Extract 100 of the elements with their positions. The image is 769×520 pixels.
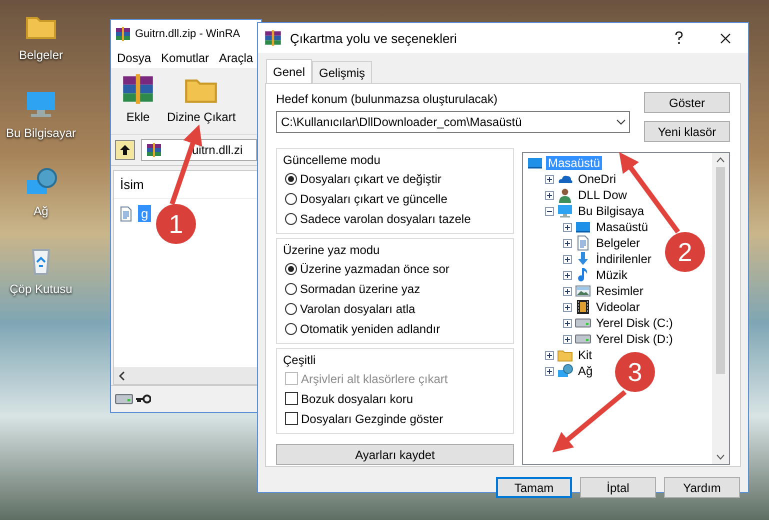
close-icon bbox=[720, 32, 730, 44]
tree-item[interactable]: Yerel Disk (D:) bbox=[594, 332, 675, 346]
radio-button[interactable] bbox=[285, 262, 297, 274]
chevron-up-icon bbox=[716, 157, 725, 163]
tab[interactable]: Genel bbox=[266, 59, 312, 83]
step-marker: 2 bbox=[665, 232, 705, 272]
toolbar-button[interactable]: Dizine Çıkart bbox=[165, 70, 238, 126]
chevron-down-icon bbox=[716, 454, 725, 460]
film-icon bbox=[575, 299, 591, 315]
tree-item[interactable]: İndirilenler bbox=[594, 252, 654, 266]
tree-item[interactable]: DLL Dow bbox=[576, 188, 629, 202]
globe-icon bbox=[557, 363, 573, 379]
radio-button[interactable] bbox=[285, 212, 297, 224]
radio-button[interactable] bbox=[285, 302, 297, 314]
expander[interactable] bbox=[563, 222, 572, 232]
chevron-left-icon bbox=[118, 370, 126, 380]
tree-item[interactable]: OneDri bbox=[576, 172, 618, 186]
field-label: Hedef konum (bulunmazsa oluşturulacak) bbox=[276, 92, 498, 106]
option-label: Otomatik yeniden adlandır bbox=[300, 322, 440, 336]
plus-icon bbox=[546, 192, 553, 198]
expander[interactable] bbox=[545, 190, 554, 200]
vertical-scrollbar[interactable] bbox=[712, 153, 729, 464]
column-header[interactable]: İsim bbox=[120, 177, 144, 192]
tree-item[interactable]: Müzik bbox=[594, 268, 630, 282]
tree-item[interactable]: Videolar bbox=[594, 300, 642, 314]
checkbox[interactable] bbox=[285, 392, 298, 405]
dialog-button[interactable]: Yardım bbox=[664, 477, 740, 498]
option-label: Arşivleri alt klasörlere çıkart bbox=[301, 372, 448, 386]
toolbar-button[interactable]: Ekle bbox=[119, 70, 157, 126]
plus-icon bbox=[564, 288, 571, 294]
radio-button[interactable] bbox=[285, 322, 297, 334]
plus-icon bbox=[564, 240, 571, 246]
group-title: Çeşitli bbox=[283, 353, 317, 367]
desktop-icon-label[interactable]: Bu Bilgisayar bbox=[6, 126, 76, 140]
option-label: Varolan dosyaları atla bbox=[300, 302, 416, 316]
archive-stack-icon bbox=[121, 72, 155, 106]
desktop-icon-label[interactable]: Belgeler bbox=[18, 48, 64, 62]
tree-item[interactable]: Bu Bilgisaya bbox=[576, 204, 646, 218]
plus-icon bbox=[564, 256, 571, 262]
window-title: Guitrn.dll.zip - WinRA bbox=[135, 28, 240, 40]
plus-icon bbox=[546, 368, 553, 374]
expander[interactable] bbox=[563, 318, 572, 328]
picture-icon bbox=[575, 283, 591, 299]
expander[interactable] bbox=[563, 270, 572, 280]
radio-button[interactable] bbox=[285, 282, 297, 294]
expander[interactable] bbox=[563, 302, 572, 312]
monitor-icon bbox=[575, 219, 591, 235]
expander[interactable] bbox=[545, 350, 554, 360]
dialog-button[interactable]: Tamam bbox=[496, 477, 572, 498]
key-icon bbox=[135, 394, 151, 404]
up-arrow-icon bbox=[119, 144, 131, 156]
step-marker: 1 bbox=[156, 204, 196, 244]
down-arrow-icon bbox=[575, 251, 591, 267]
dialog-title: Çıkartma yolu ve seçenekleri bbox=[290, 30, 457, 46]
document-icon bbox=[575, 235, 591, 251]
tab[interactable]: Gelişmiş bbox=[312, 61, 372, 83]
address-field[interactable]: uitrn.dll.zi bbox=[141, 139, 257, 161]
dialog-button[interactable]: İptal bbox=[580, 477, 656, 498]
menu-item[interactable]: Dosya bbox=[117, 51, 152, 65]
plus-icon bbox=[564, 336, 571, 342]
option-label: Sadece varolan dosyaları tazele bbox=[300, 212, 471, 226]
tree-item[interactable]: Ağ bbox=[576, 364, 595, 378]
monitor-icon bbox=[527, 155, 543, 171]
expander[interactable] bbox=[545, 206, 554, 216]
group-title: Üzerine yaz modu bbox=[283, 243, 381, 257]
expander[interactable] bbox=[563, 286, 572, 296]
menu-item[interactable]: Komutlar bbox=[161, 51, 210, 65]
up-button[interactable] bbox=[115, 140, 135, 160]
plus-icon bbox=[546, 352, 553, 358]
expander[interactable] bbox=[563, 334, 572, 344]
option-label: Üzerine yazmadan önce sor bbox=[300, 262, 450, 276]
expander[interactable] bbox=[545, 366, 554, 376]
tree-item[interactable]: Masaüstü bbox=[594, 220, 650, 234]
tree-item[interactable]: Kit bbox=[576, 348, 594, 362]
horizontal-scrollbar[interactable] bbox=[114, 367, 258, 384]
computer-icon bbox=[557, 203, 573, 219]
document-icon bbox=[118, 206, 134, 222]
menu-item[interactable]: Araçla bbox=[219, 51, 254, 65]
option-label: Dosyaları çıkart ve değiştir bbox=[300, 172, 442, 186]
path-combobox[interactable]: C:\Kullanıcılar\DllDownloader_com\Masaüstü bbox=[276, 111, 630, 133]
expander[interactable] bbox=[563, 254, 572, 264]
radio-button[interactable] bbox=[285, 192, 297, 204]
plus-icon bbox=[564, 304, 571, 310]
radio-button[interactable] bbox=[285, 172, 297, 184]
tree-item[interactable]: Resimler bbox=[594, 284, 646, 298]
save-settings-button[interactable]: Ayarları kaydet bbox=[276, 444, 514, 465]
expander[interactable] bbox=[545, 174, 554, 184]
tree-item[interactable]: Belgeler bbox=[594, 236, 642, 250]
checkbox[interactable] bbox=[285, 412, 298, 425]
tree-item[interactable]: Yerel Disk (C:) bbox=[594, 316, 675, 330]
archive-stack-icon bbox=[115, 26, 131, 42]
expander[interactable] bbox=[563, 238, 572, 248]
archive-stack-icon bbox=[264, 29, 282, 47]
plus-icon bbox=[564, 224, 571, 230]
side-button[interactable]: Göster bbox=[644, 92, 730, 113]
archive-stack-icon bbox=[146, 142, 162, 158]
step-marker: 3 bbox=[615, 352, 655, 392]
side-button[interactable]: Yeni klasör bbox=[644, 121, 730, 142]
help-icon bbox=[674, 31, 684, 45]
plus-icon bbox=[564, 272, 571, 278]
